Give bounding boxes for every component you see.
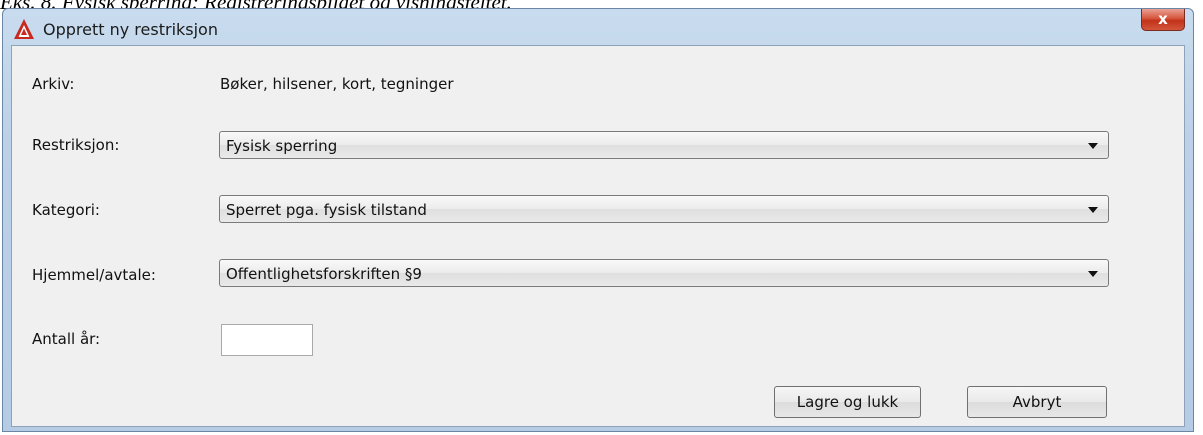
chevron-down-icon bbox=[1088, 143, 1098, 149]
window-title: Opprett ny restriksjon bbox=[43, 20, 218, 39]
restriksjon-label: Restriksjon: bbox=[32, 136, 120, 154]
kategori-label: Kategori: bbox=[32, 201, 100, 219]
close-icon: x bbox=[1158, 10, 1168, 28]
antall-ar-input[interactable] bbox=[221, 324, 313, 356]
cancel-button[interactable]: Avbryt bbox=[967, 386, 1107, 418]
hjemmel-label: Hjemmel/avtale: bbox=[32, 266, 156, 284]
close-button[interactable]: x bbox=[1141, 9, 1185, 31]
title-bar[interactable]: Opprett ny restriksjon x bbox=[3, 9, 1193, 45]
restriksjon-selected: Fysisk sperring bbox=[226, 137, 338, 155]
hjemmel-dropdown[interactable]: Offentlighetsforskriften §9 bbox=[219, 259, 1109, 287]
hjemmel-selected: Offentlighetsforskriften §9 bbox=[226, 265, 422, 283]
kategori-selected: Sperret pga. fysisk tilstand bbox=[226, 201, 427, 219]
arkiv-value: Bøker, hilsener, kort, tegninger bbox=[220, 75, 454, 93]
dialog-content: Arkiv: Bøker, hilsener, kort, tegninger … bbox=[11, 45, 1185, 427]
antall-ar-label: Antall år: bbox=[32, 330, 101, 348]
kategori-dropdown[interactable]: Sperret pga. fysisk tilstand bbox=[219, 195, 1109, 223]
save-and-close-button[interactable]: Lagre og lukk bbox=[774, 386, 921, 418]
chevron-down-icon bbox=[1088, 207, 1098, 213]
arkiv-label: Arkiv: bbox=[32, 75, 75, 93]
restriksjon-dropdown[interactable]: Fysisk sperring bbox=[219, 131, 1109, 159]
chevron-down-icon bbox=[1088, 271, 1098, 277]
dialog-window: Opprett ny restriksjon x Arkiv: Bøker, h… bbox=[2, 8, 1194, 432]
app-logo-icon bbox=[13, 18, 35, 40]
